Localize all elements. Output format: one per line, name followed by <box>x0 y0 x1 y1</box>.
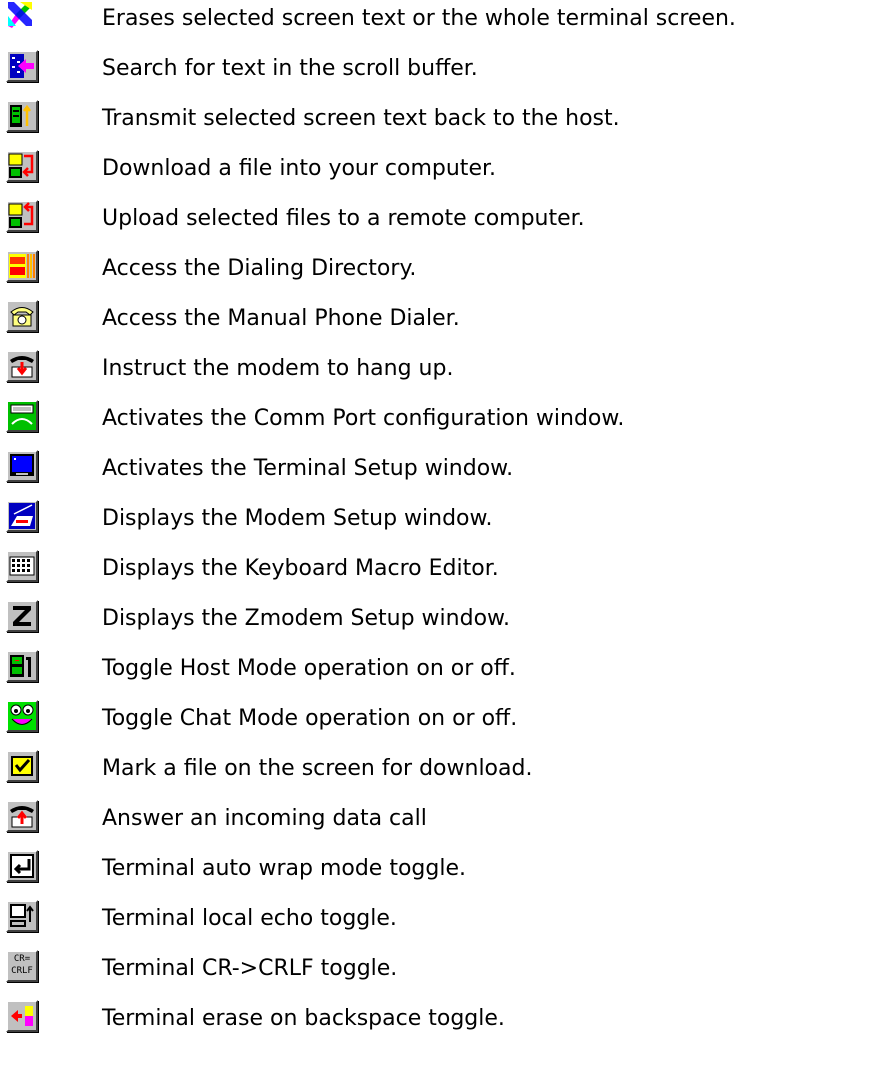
item-description: Toggle Chat Mode operation on or off. <box>102 706 518 731</box>
erase-backspace-button[interactable] <box>6 1000 38 1032</box>
chat-mode-icon <box>10 704 34 725</box>
upload-file-button[interactable] <box>6 200 38 232</box>
auto-wrap-icon <box>10 854 34 878</box>
chat-mode-button[interactable] <box>6 700 38 732</box>
item-description: Activates the Comm Port configuration wi… <box>102 406 625 431</box>
list-item: Access the Manual Phone Dialer. <box>0 300 873 350</box>
item-description: Terminal local echo toggle. <box>102 906 397 931</box>
list-item: Displays the Keyboard Macro Editor. <box>0 550 873 600</box>
item-description: Access the Manual Phone Dialer. <box>102 306 460 331</box>
item-description: Terminal erase on backspace toggle. <box>102 1006 505 1031</box>
list-item: Instruct the modem to hang up. <box>0 350 873 400</box>
erase-screen-icon <box>6 0 34 28</box>
list-item: Access the Dialing Directory. <box>0 250 873 300</box>
local-echo-icon <box>10 904 34 927</box>
list-item: Terminal auto wrap mode toggle. <box>0 850 873 900</box>
answer-call-button[interactable] <box>6 800 38 832</box>
download-file-icon <box>8 153 34 178</box>
dialing-directory-icon <box>9 254 35 278</box>
item-description: Mark a file on the screen for download. <box>102 756 533 781</box>
terminal-setup-icon <box>10 454 34 476</box>
search-buffer-icon <box>10 54 34 78</box>
keyboard-macro-button[interactable] <box>6 550 38 582</box>
item-description: Terminal CR->CRLF toggle. <box>102 956 398 981</box>
list-item: Answer an incoming data call <box>0 800 873 850</box>
list-item: Activates the Comm Port configuration wi… <box>0 400 873 450</box>
list-item: Upload selected files to a remote comput… <box>0 200 873 250</box>
erase-backspace-icon <box>11 1006 33 1026</box>
list-item: Terminal local echo toggle. <box>0 900 873 950</box>
item-description: Upload selected files to a remote comput… <box>102 206 585 231</box>
list-item: Activates the Terminal Setup window. <box>0 450 873 500</box>
list-item: CR= CRLF Terminal CR->CRLF toggle. <box>0 950 873 1000</box>
item-description: Download a file into your computer. <box>102 156 496 181</box>
transmit-text-icon <box>10 104 31 127</box>
download-file-button[interactable] <box>6 150 38 182</box>
answer-call-icon <box>10 806 34 828</box>
list-item: Transmit selected screen text back to th… <box>0 100 873 150</box>
list-item: Search for text in the scroll buffer. <box>0 50 873 100</box>
item-description: Answer an incoming data call <box>102 806 427 831</box>
list-item: Toggle Chat Mode operation on or off. <box>0 700 873 750</box>
item-description: Search for text in the scroll buffer. <box>102 56 478 81</box>
modem-setup-button[interactable] <box>6 500 38 532</box>
hang-up-icon <box>10 356 34 378</box>
item-description: Access the Dialing Directory. <box>102 256 417 281</box>
keyboard-macro-icon <box>9 556 35 576</box>
item-description: Displays the Zmodem Setup window. <box>102 606 510 631</box>
dialing-directory-button[interactable] <box>6 250 38 282</box>
list-item: Erases selected screen text or the whole… <box>0 0 873 50</box>
manual-dialer-button[interactable] <box>6 300 38 332</box>
search-buffer-button[interactable] <box>6 50 38 82</box>
list-item: Displays the Zmodem Setup window. <box>0 600 873 650</box>
list-item: Terminal erase on backspace toggle. <box>0 1000 873 1050</box>
cr-crlf-icon: CR= CRLF <box>11 954 33 976</box>
item-description: Terminal auto wrap mode toggle. <box>102 856 466 881</box>
zmodem-setup-button[interactable] <box>6 600 38 632</box>
manual-dialer-icon <box>10 307 34 327</box>
hang-up-button[interactable] <box>6 350 38 382</box>
host-mode-icon <box>10 655 31 677</box>
mark-file-button[interactable] <box>6 750 38 782</box>
item-description: Displays the Modem Setup window. <box>102 506 493 531</box>
comm-port-icon <box>8 402 36 430</box>
item-description: Activates the Terminal Setup window. <box>102 456 514 481</box>
item-description: Erases selected screen text or the whole… <box>102 6 736 31</box>
cr-crlf-button[interactable]: CR= CRLF <box>6 950 38 982</box>
list-item: Download a file into your computer. <box>0 150 873 200</box>
mark-file-icon <box>11 756 33 776</box>
list-item: Mark a file on the screen for download. <box>0 750 873 800</box>
upload-file-icon <box>8 202 34 228</box>
auto-wrap-button[interactable] <box>6 850 38 882</box>
item-description: Toggle Host Mode operation on or off. <box>102 656 516 681</box>
host-mode-button[interactable] <box>6 650 38 682</box>
zmodem-setup-icon <box>13 606 31 626</box>
item-description: Displays the Keyboard Macro Editor. <box>102 556 499 581</box>
item-description: Transmit selected screen text back to th… <box>102 106 620 131</box>
local-echo-button[interactable] <box>6 900 38 932</box>
list-item: Toggle Host Mode operation on or off. <box>0 650 873 700</box>
transmit-text-button[interactable] <box>6 100 38 132</box>
item-description: Instruct the modem to hang up. <box>102 356 454 381</box>
terminal-setup-button[interactable] <box>6 450 38 482</box>
modem-setup-icon <box>9 503 35 529</box>
list-item: Displays the Modem Setup window. <box>0 500 873 550</box>
comm-port-button[interactable] <box>6 400 38 432</box>
erase-screen-button[interactable] <box>6 0 38 32</box>
